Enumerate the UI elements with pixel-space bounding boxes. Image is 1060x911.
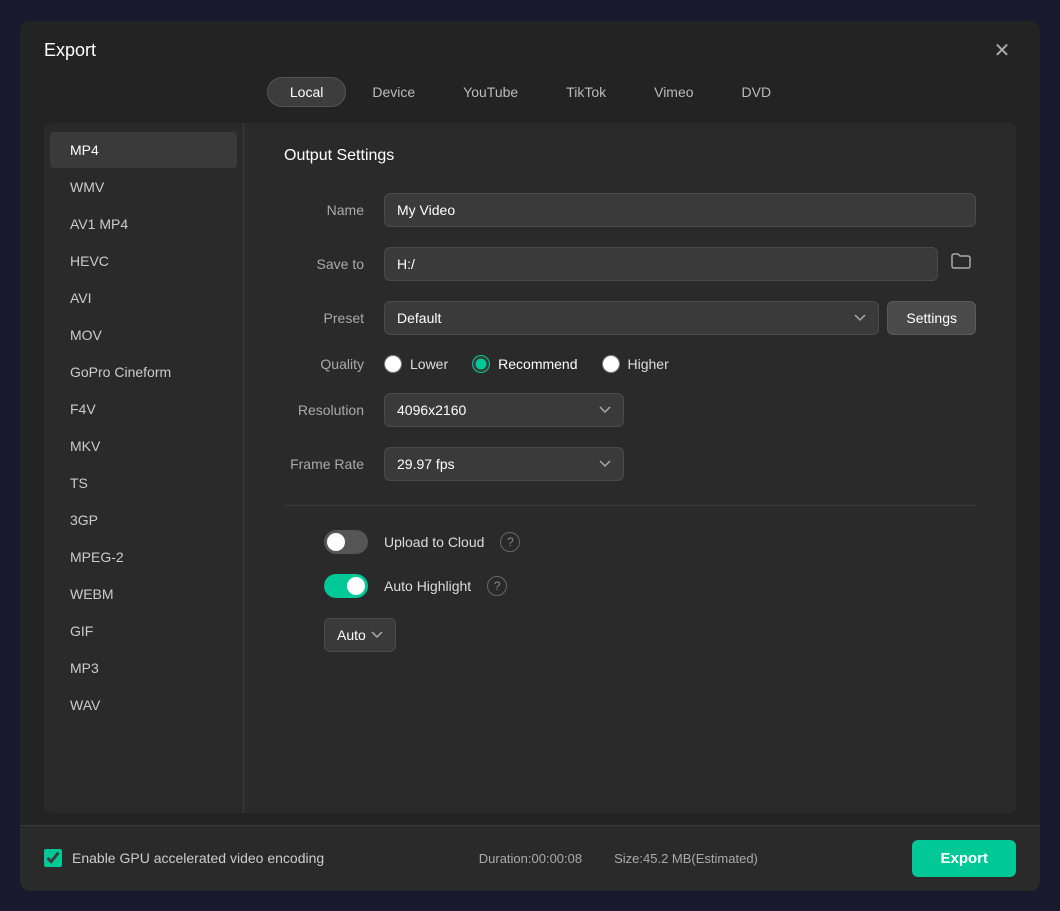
- gpu-checkbox[interactable]: [44, 849, 62, 867]
- format-webm[interactable]: WEBM: [50, 576, 237, 612]
- tab-bar: Local Device YouTube TikTok Vimeo DVD: [20, 77, 1040, 123]
- tab-dvd[interactable]: DVD: [720, 77, 794, 107]
- auto-highlight-row: Auto Highlight ?: [284, 574, 976, 598]
- quality-lower-option[interactable]: Lower: [384, 355, 448, 373]
- save-to-row: Save to: [284, 247, 976, 281]
- format-list: MP4 WMV AV1 MP4 HEVC AVI MOV GoPro Cinef…: [44, 123, 244, 813]
- name-label: Name: [284, 202, 384, 218]
- auto-highlight-slider: [324, 574, 368, 598]
- gpu-label: Enable GPU accelerated video encoding: [72, 850, 324, 866]
- gpu-checkbox-label[interactable]: Enable GPU accelerated video encoding: [44, 849, 324, 867]
- framerate-row: Frame Rate 29.97 fps 25 fps 24 fps 60 fp…: [284, 447, 976, 481]
- quality-higher-radio[interactable]: [602, 355, 620, 373]
- settings-button[interactable]: Settings: [887, 301, 976, 335]
- name-row: Name: [284, 193, 976, 227]
- export-button[interactable]: Export: [912, 840, 1016, 877]
- format-wav[interactable]: WAV: [50, 687, 237, 723]
- quality-higher-label: Higher: [628, 356, 669, 372]
- format-gif[interactable]: GIF: [50, 613, 237, 649]
- title-bar: Export ✕: [20, 21, 1040, 77]
- quality-lower-radio[interactable]: [384, 355, 402, 373]
- size-info: Size:45.2 MB(Estimated): [614, 851, 758, 866]
- dialog-title: Export: [44, 40, 96, 61]
- tab-youtube[interactable]: YouTube: [441, 77, 540, 107]
- divider: [284, 505, 976, 506]
- framerate-dropdown[interactable]: 29.97 fps 25 fps 24 fps 60 fps: [384, 447, 624, 481]
- quality-label: Quality: [284, 356, 384, 372]
- footer: Enable GPU accelerated video encoding Du…: [20, 825, 1040, 891]
- tab-tiktok[interactable]: TikTok: [544, 77, 628, 107]
- resolution-dropdown[interactable]: 4096x2160 1920x1080 1280x720 854x480: [384, 393, 624, 427]
- save-to-label: Save to: [284, 256, 384, 272]
- format-mp3[interactable]: MP3: [50, 650, 237, 686]
- upload-cloud-help-icon[interactable]: ?: [500, 532, 520, 552]
- format-wmv[interactable]: WMV: [50, 169, 237, 205]
- upload-cloud-slider: [324, 530, 368, 554]
- close-button[interactable]: ✕: [988, 37, 1016, 65]
- auto-highlight-label: Auto Highlight: [384, 578, 471, 594]
- settings-title: Output Settings: [284, 147, 976, 165]
- auto-highlight-help-icon[interactable]: ?: [487, 576, 507, 596]
- preset-row: Preset Default Custom Settings: [284, 301, 976, 335]
- quality-recommend-option[interactable]: Recommend: [472, 355, 577, 373]
- preset-select-row: Default Custom Settings: [384, 301, 976, 335]
- resolution-label: Resolution: [284, 402, 384, 418]
- format-mp4[interactable]: MP4: [50, 132, 237, 168]
- path-row: [384, 247, 976, 281]
- quality-recommend-label: Recommend: [498, 356, 577, 372]
- quality-lower-label: Lower: [410, 356, 448, 372]
- format-gopro[interactable]: GoPro Cineform: [50, 354, 237, 390]
- preset-dropdown[interactable]: Default Custom: [384, 301, 879, 335]
- content-area: MP4 WMV AV1 MP4 HEVC AVI MOV GoPro Cinef…: [44, 123, 1016, 813]
- name-input[interactable]: [384, 193, 976, 227]
- preset-label: Preset: [284, 310, 384, 326]
- format-f4v[interactable]: F4V: [50, 391, 237, 427]
- tab-local[interactable]: Local: [267, 77, 346, 107]
- quality-row: Quality Lower Recommend Higher: [284, 355, 976, 373]
- settings-panel: Output Settings Name Save to: [244, 123, 1016, 813]
- highlight-dropdown-row: Auto Manual: [284, 618, 976, 652]
- tab-device[interactable]: Device: [350, 77, 437, 107]
- highlight-dropdown[interactable]: Auto Manual: [324, 618, 396, 652]
- upload-cloud-toggle[interactable]: [324, 530, 368, 554]
- upload-cloud-label: Upload to Cloud: [384, 534, 484, 550]
- format-av1mp4[interactable]: AV1 MP4: [50, 206, 237, 242]
- export-dialog: Export ✕ Local Device YouTube TikTok Vim…: [20, 21, 1040, 891]
- format-ts[interactable]: TS: [50, 465, 237, 501]
- format-hevc[interactable]: HEVC: [50, 243, 237, 279]
- path-input[interactable]: [384, 247, 938, 281]
- format-mkv[interactable]: MKV: [50, 428, 237, 464]
- quality-recommend-radio[interactable]: [472, 355, 490, 373]
- framerate-label: Frame Rate: [284, 456, 384, 472]
- auto-highlight-toggle[interactable]: [324, 574, 368, 598]
- format-mpeg2[interactable]: MPEG-2: [50, 539, 237, 575]
- tab-vimeo[interactable]: Vimeo: [632, 77, 715, 107]
- format-avi[interactable]: AVI: [50, 280, 237, 316]
- duration-info: Duration:00:00:08: [479, 851, 582, 866]
- format-mov[interactable]: MOV: [50, 317, 237, 353]
- footer-info: Duration:00:00:08 Size:45.2 MB(Estimated…: [479, 851, 758, 866]
- quality-higher-option[interactable]: Higher: [602, 355, 669, 373]
- format-3gp[interactable]: 3GP: [50, 502, 237, 538]
- folder-browse-button[interactable]: [946, 248, 976, 279]
- upload-cloud-row: Upload to Cloud ?: [284, 530, 976, 554]
- resolution-row: Resolution 4096x2160 1920x1080 1280x720 …: [284, 393, 976, 427]
- quality-options: Lower Recommend Higher: [384, 355, 669, 373]
